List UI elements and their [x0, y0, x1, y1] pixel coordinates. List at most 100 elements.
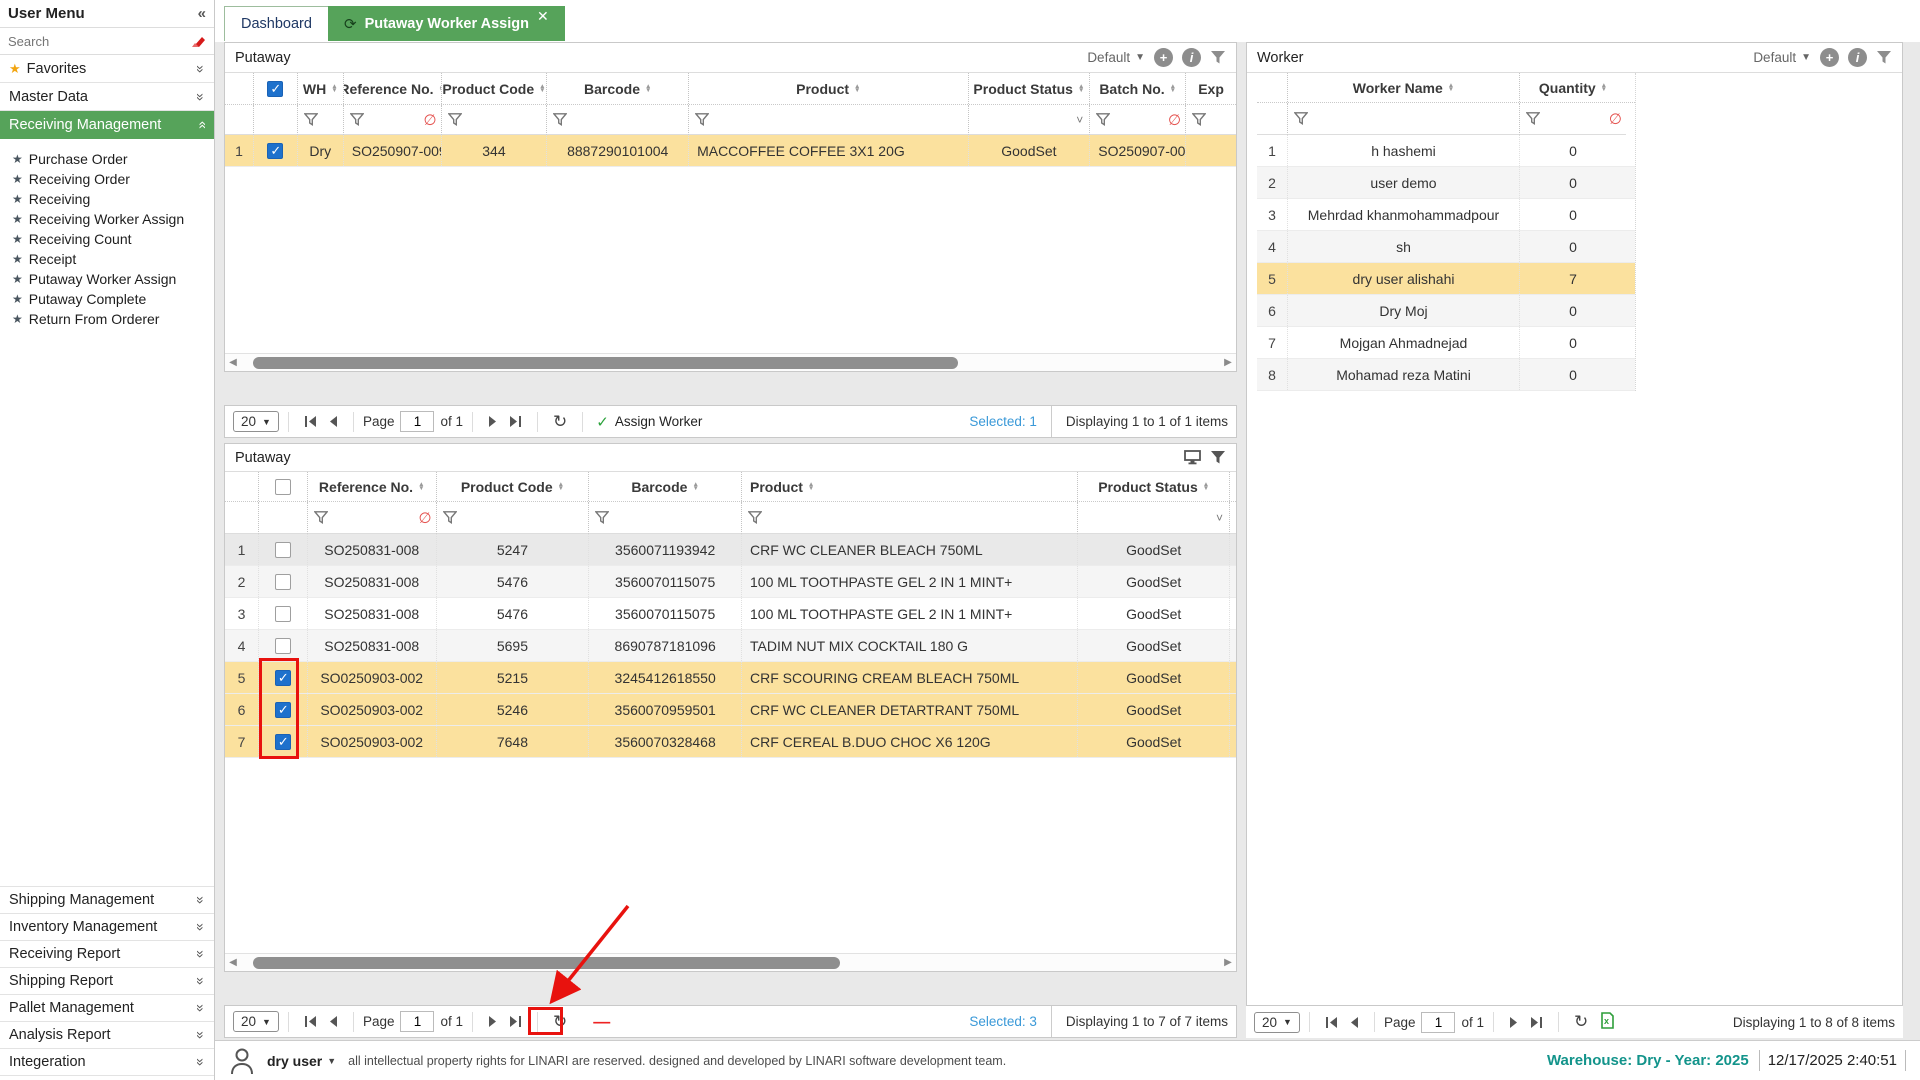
sidebar-section-analysis-report[interactable]: Analysis Report»	[0, 1022, 214, 1049]
column-header-product-status[interactable]: Product Status▲▼	[1077, 472, 1229, 501]
clear-filter-icon[interactable]: ∅	[424, 111, 437, 129]
page-number-input[interactable]	[1421, 1012, 1455, 1033]
column-header-reference-no[interactable]: Reference No.▲▼	[343, 73, 441, 104]
column-header-product-code[interactable]: Product Code▲▼	[441, 73, 547, 104]
column-header-product-status[interactable]: Product Status▲▼	[968, 73, 1090, 104]
filter-panel-icon[interactable]	[1210, 50, 1226, 65]
column-header-quantity[interactable]: Quantity▲▼	[1519, 73, 1626, 102]
filter-icon[interactable]	[304, 113, 318, 126]
scroll-right-icon[interactable]: ▶	[1220, 957, 1236, 968]
sidebar-section-pallet-management[interactable]: Pallet Management»	[0, 995, 214, 1022]
tab-close-icon[interactable]: ✕	[537, 8, 549, 25]
first-page-button[interactable]	[304, 416, 317, 427]
table-row[interactable]: 7 SO0250903-002 7648 3560070328468 CRF C…	[225, 726, 1236, 758]
row-checkbox[interactable]	[275, 606, 291, 622]
sidebar-item-receiving-worker-assign[interactable]: ★Receiving Worker Assign	[12, 209, 214, 229]
first-page-button[interactable]	[1325, 1017, 1338, 1028]
filter-icon[interactable]	[314, 511, 328, 524]
column-header-product[interactable]: Product▲▼	[688, 73, 967, 104]
row-checkbox[interactable]	[275, 702, 291, 718]
table-row[interactable]: 2 user demo 0	[1257, 167, 1635, 199]
filter-icon[interactable]	[553, 113, 567, 126]
table-row[interactable]: 1 SO250831-008 5247 3560071193942 CRF WC…	[225, 534, 1236, 566]
prev-page-button[interactable]	[1350, 1017, 1359, 1028]
tab-refresh-icon[interactable]: ⟳	[344, 15, 357, 33]
add-view-button[interactable]: +	[1154, 48, 1173, 67]
sidebar-section-shipping-management[interactable]: Shipping Management»	[0, 887, 214, 914]
filter-icon[interactable]	[748, 511, 762, 524]
page-number-input[interactable]	[400, 1011, 434, 1032]
next-page-button[interactable]	[488, 416, 497, 427]
select-all-checkbox[interactable]	[275, 479, 291, 495]
sidebar-item-receipt[interactable]: ★Receipt	[12, 249, 214, 269]
column-header-product-code[interactable]: Product Code▲▼	[436, 472, 589, 501]
user-menu-dropdown[interactable]: dry user ▼	[267, 1053, 336, 1069]
row-checkbox[interactable]	[275, 542, 291, 558]
row-checkbox[interactable]	[275, 734, 291, 750]
sidebar-item-receiving-order[interactable]: ★Receiving Order	[12, 169, 214, 189]
refresh-icon[interactable]: ↻	[553, 1012, 567, 1032]
last-page-button[interactable]	[509, 1016, 522, 1027]
table-row[interactable]: 3 SO250831-008 5476 3560070115075 100 ML…	[225, 598, 1236, 630]
prev-page-button[interactable]	[329, 1016, 338, 1027]
sidebar-item-receiving-count[interactable]: ★Receiving Count	[12, 229, 214, 249]
page-number-input[interactable]	[400, 411, 434, 432]
column-header-barcode[interactable]: Barcode▲▼	[546, 73, 688, 104]
column-header-product[interactable]: Product▲▼	[741, 472, 1077, 501]
scroll-left-icon[interactable]: ◀	[225, 357, 241, 368]
sidebar-section-receiving-management[interactable]: Receiving Management »	[0, 111, 214, 139]
table-row[interactable]: 6 SO0250903-002 5246 3560070959501 CRF W…	[225, 694, 1236, 726]
refresh-icon[interactable]: ↻	[1574, 1012, 1588, 1032]
last-page-button[interactable]	[509, 416, 522, 427]
tab-dashboard[interactable]: Dashboard	[224, 6, 329, 41]
sidebar-section-receiving-report[interactable]: Receiving Report»	[0, 941, 214, 968]
row-checkbox[interactable]	[275, 574, 291, 590]
clear-filter-icon[interactable]: ∅	[1609, 110, 1622, 128]
view-selector[interactable]: Default▼	[1087, 50, 1145, 65]
column-header-wh[interactable]: WH▲▼	[297, 73, 343, 104]
view-selector[interactable]: Default▼	[1753, 50, 1811, 65]
scrollbar-thumb[interactable]	[253, 957, 840, 969]
table-row[interactable]: 1 h hashemi 0	[1257, 135, 1635, 167]
table-row[interactable]: 3 Mehrdad khanmohammadpour 0	[1257, 199, 1635, 231]
table-row[interactable]: 4 SO250831-008 5695 8690787181096 TADIM …	[225, 630, 1236, 662]
export-excel-icon[interactable]: x	[1600, 1012, 1615, 1032]
filter-icon[interactable]	[443, 511, 457, 524]
filter-dropdown-icon[interactable]: ˅	[1216, 511, 1223, 525]
column-header-exp[interactable]: Exp	[1185, 73, 1236, 104]
filter-icon[interactable]	[1294, 112, 1308, 125]
sidebar-section-inventory-management[interactable]: Inventory Management»	[0, 914, 214, 941]
clear-search-icon[interactable]	[190, 34, 206, 48]
page-size-select[interactable]: 20▼	[233, 411, 279, 432]
monitor-icon[interactable]	[1184, 450, 1201, 465]
filter-icon[interactable]	[695, 113, 709, 126]
sidebar-item-putaway-worker-assign[interactable]: ★Putaway Worker Assign	[12, 269, 214, 289]
sidebar-item-return-from-orderer[interactable]: ★Return From Orderer	[12, 309, 214, 329]
filter-icon[interactable]	[1192, 113, 1206, 126]
filter-dropdown-icon[interactable]: ˅	[1076, 113, 1083, 127]
add-view-button[interactable]: +	[1820, 48, 1839, 67]
table-row[interactable]: 5 dry user alishahi 7	[1257, 263, 1635, 295]
sidebar-section-favorites[interactable]: ★Favorites »	[0, 55, 214, 83]
last-page-button[interactable]	[1530, 1017, 1543, 1028]
search-input[interactable]	[8, 34, 184, 49]
sidebar-section-master-data[interactable]: Master Data »	[0, 83, 214, 111]
filter-icon[interactable]	[1096, 113, 1110, 126]
scroll-right-icon[interactable]: ▶	[1220, 357, 1236, 368]
filter-icon[interactable]	[595, 511, 609, 524]
first-page-button[interactable]	[304, 1016, 317, 1027]
scrollbar-thumb[interactable]	[253, 357, 958, 369]
next-page-button[interactable]	[488, 1016, 497, 1027]
table-row[interactable]: 8 Mohamad reza Matini 0	[1257, 359, 1635, 391]
table-row[interactable]: 6 Dry Moj 0	[1257, 295, 1635, 327]
filter-icon[interactable]	[448, 113, 462, 126]
filter-icon[interactable]	[350, 113, 364, 126]
table-row[interactable]: 5 SO0250903-002 5215 3245412618550 CRF S…	[225, 662, 1236, 694]
info-button[interactable]: i	[1848, 48, 1867, 67]
table-row[interactable]: 1 Dry SO250907-009 344 8887290101004 MAC…	[225, 135, 1236, 167]
column-header-batch-no[interactable]: Batch No.▲▼	[1089, 73, 1185, 104]
filter-panel-icon[interactable]	[1210, 450, 1226, 465]
sidebar-item-purchase-order[interactable]: ★Purchase Order	[12, 149, 214, 169]
sidebar-item-putaway-complete[interactable]: ★Putaway Complete	[12, 289, 214, 309]
remove-worker-button[interactable]: —	[587, 1012, 616, 1032]
